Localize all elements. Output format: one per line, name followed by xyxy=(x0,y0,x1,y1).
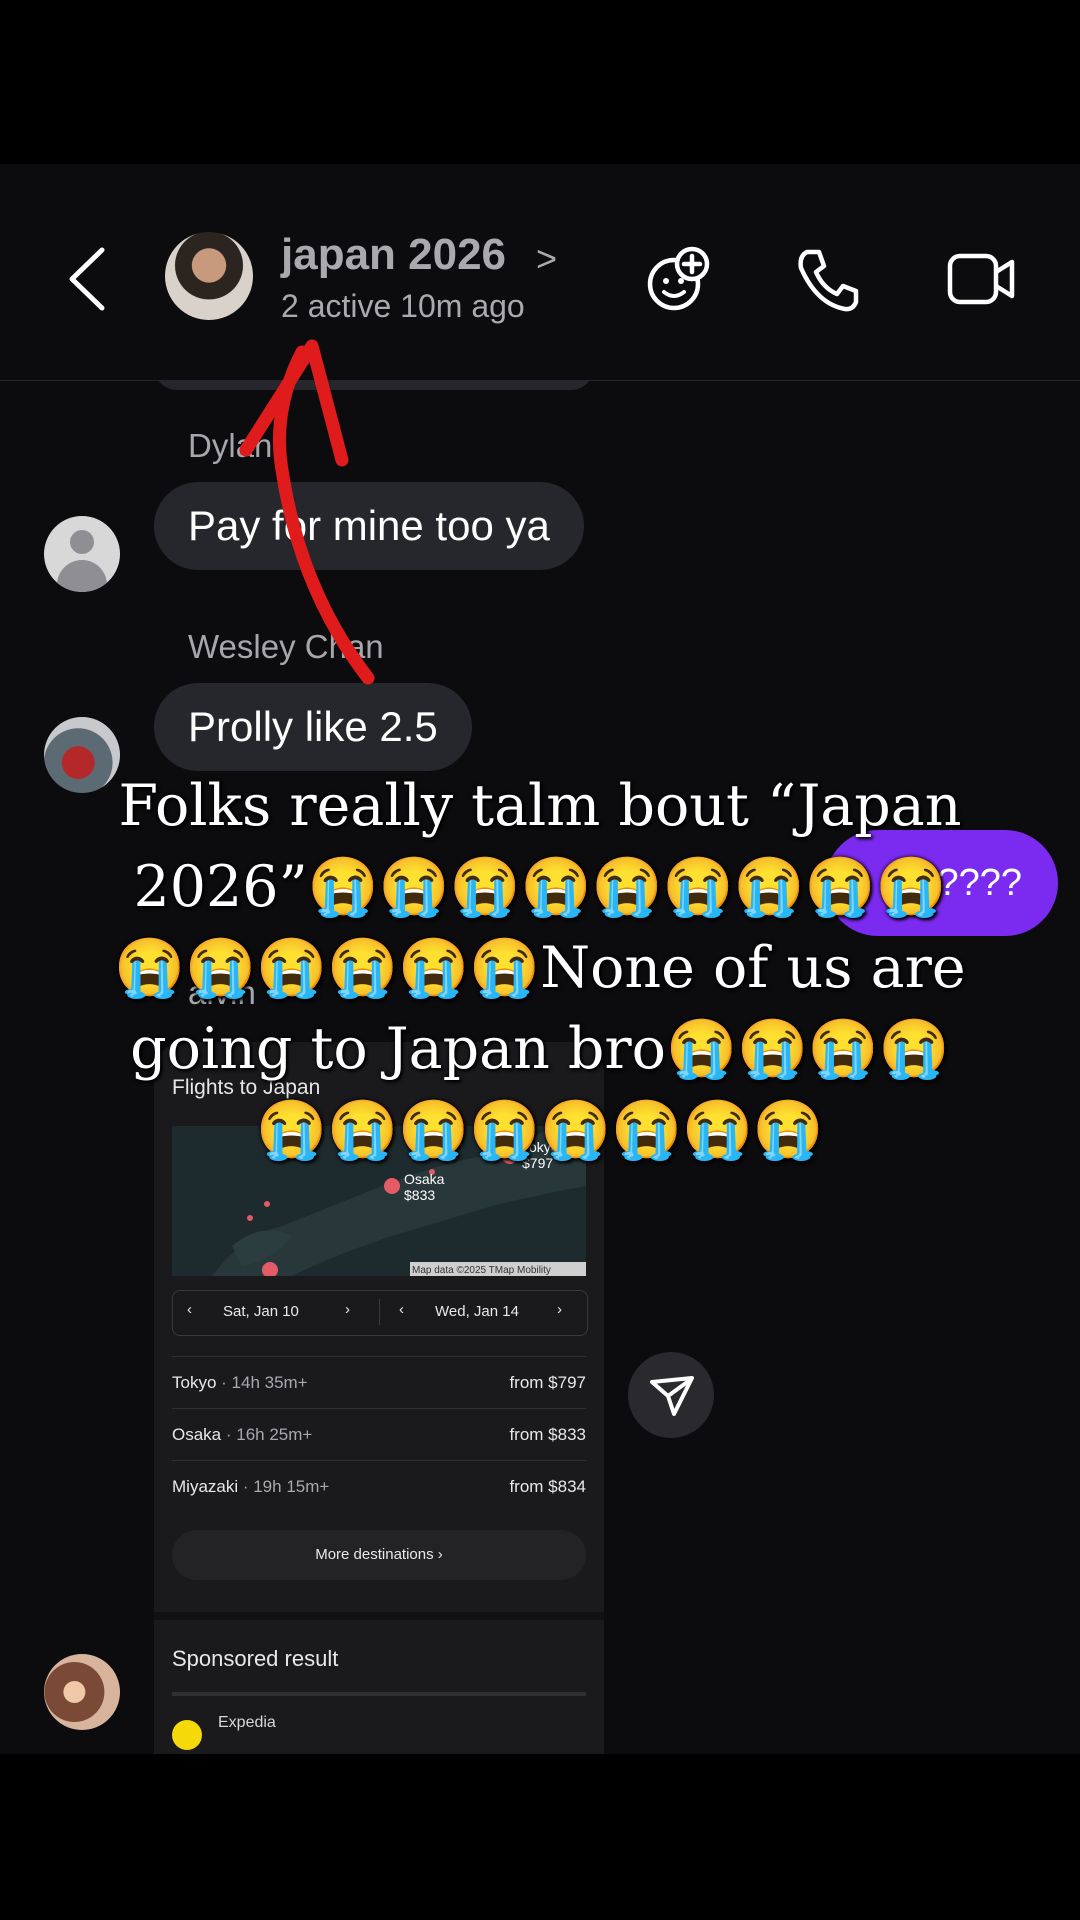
destination-price: from $834 xyxy=(509,1477,586,1496)
next-date-chevron-icon[interactable]: › xyxy=(345,1301,350,1318)
add-people-icon[interactable] xyxy=(644,244,714,314)
destination-city: Miyazaki xyxy=(172,1477,239,1496)
chat-header: japan 2026 > 2 active 10m ago xyxy=(0,164,1080,381)
destination-row[interactable]: Tokyo · 14h 35m+ from $797 xyxy=(172,1356,586,1409)
title-chevron-icon[interactable]: > xyxy=(536,238,557,280)
destination-row[interactable]: Osaka · 16h 25m+ from $833 xyxy=(172,1408,586,1461)
back-chevron-icon[interactable] xyxy=(64,244,110,314)
group-avatar[interactable] xyxy=(165,232,253,320)
destination-city: Osaka xyxy=(172,1425,222,1444)
destination-price: from $797 xyxy=(509,1373,586,1392)
avatar-default[interactable] xyxy=(44,516,120,592)
divider xyxy=(379,1299,380,1325)
message-bubble[interactable]: Pay for mine too ya xyxy=(154,482,584,570)
destination-row[interactable]: Miyazaki · 19h 15m+ from $834 xyxy=(172,1460,586,1513)
phone-icon[interactable] xyxy=(793,244,863,314)
map-attribution: Map data ©2025 TMap Mobility xyxy=(412,1265,551,1276)
prev-date-chevron-icon[interactable]: ‹ xyxy=(399,1301,404,1318)
destination-city: Tokyo xyxy=(172,1373,217,1392)
next-date-chevron-icon[interactable]: › xyxy=(557,1301,562,1318)
sender-name: Wesley Chan xyxy=(188,628,384,665)
caption-overlay: Folks really talm bout “Japan 2026”😭😭😭😭😭… xyxy=(114,773,966,1163)
video-camera-icon[interactable] xyxy=(946,244,1018,314)
destination-duration: · 19h 15m+ xyxy=(238,1477,330,1496)
destination-duration: · 14h 35m+ xyxy=(216,1373,308,1392)
expedia-logo-icon xyxy=(172,1720,202,1750)
sponsored-label: Sponsored result xyxy=(172,1646,339,1671)
sender-name: Dylan xyxy=(188,427,273,464)
more-destinations-button[interactable]: More destinations › xyxy=(172,1530,586,1580)
depart-date[interactable]: Sat, Jan 10 xyxy=(223,1303,299,1320)
chat-title[interactable]: japan 2026 xyxy=(281,230,506,280)
share-button[interactable] xyxy=(628,1352,714,1438)
date-selector: ‹ Sat, Jan 10 › ‹ Wed, Jan 14 › xyxy=(172,1290,588,1336)
map-label-price: $833 xyxy=(404,1187,435,1203)
divider xyxy=(154,1612,604,1620)
avatar-alvin[interactable] xyxy=(44,1654,120,1730)
prev-date-chevron-icon[interactable]: ‹ xyxy=(187,1301,192,1318)
destination-price: from $833 xyxy=(509,1425,586,1444)
send-icon xyxy=(650,1376,694,1416)
active-status: 2 active 10m ago xyxy=(281,288,525,324)
avatar-wesley[interactable] xyxy=(44,717,120,793)
return-date[interactable]: Wed, Jan 14 xyxy=(435,1303,519,1320)
message-bubble[interactable]: Prolly like 2.5 xyxy=(154,683,472,771)
more-destinations-label: More destinations xyxy=(315,1546,434,1563)
chevron-right-icon: › xyxy=(437,1546,443,1563)
sponsor-name[interactable]: Expedia xyxy=(218,1714,276,1732)
map-label-city: Osaka xyxy=(404,1171,445,1187)
divider xyxy=(172,1692,586,1696)
destination-duration: · 16h 25m+ xyxy=(221,1425,313,1444)
